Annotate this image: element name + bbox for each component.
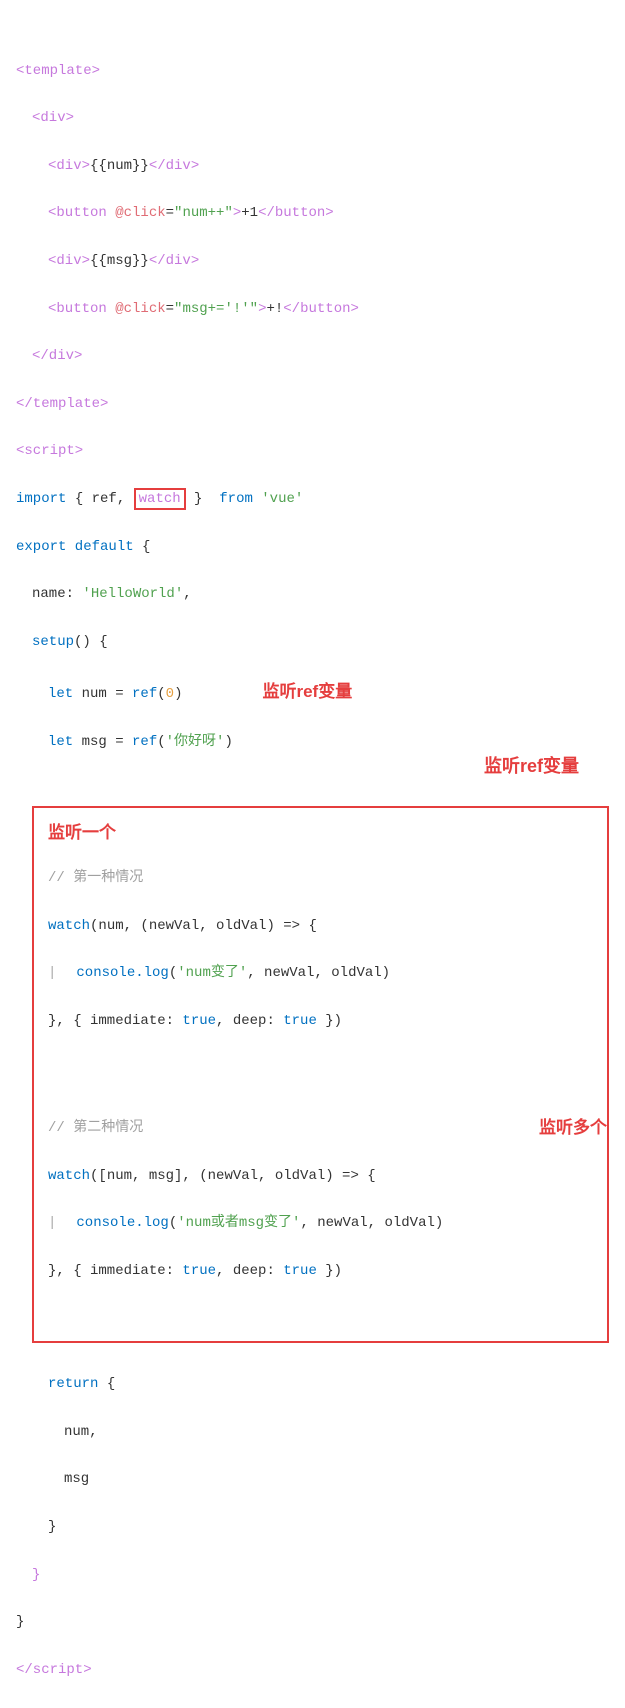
line-14: let num = ref(0)监听ref变量	[16, 678, 609, 707]
line-close-setup: }	[16, 1564, 609, 1588]
watch-one-block: // 第一种情况 watch(num, (newVal, oldVal) => …	[48, 843, 593, 1081]
line-13: setup() {	[16, 631, 609, 655]
watch-one-label: 监听一个	[48, 823, 116, 842]
code-block: <template> <div> <div>{{num}}</div> <but…	[16, 12, 609, 802]
watch-multi-block: // 第二种情况 watch([num, msg], (newVal, oldV…	[48, 1093, 593, 1331]
watch-examples-box: 监听一个 // 第一种情况 watch(num, (newVal, oldVal…	[32, 806, 609, 1343]
line-4: <button @click="num++">+1</button>	[16, 202, 609, 226]
watch-highlight: watch	[134, 488, 186, 510]
line-6: <button @click="msg+='!'">+!</button>	[16, 298, 609, 322]
line-num: num,	[16, 1421, 609, 1445]
line-close-export: }	[16, 1611, 609, 1635]
line-msg: msg	[16, 1468, 609, 1492]
line-close-return: }	[16, 1516, 609, 1540]
line-8: </template>	[16, 393, 609, 417]
line-7: </div>	[16, 345, 609, 369]
line-11: export default {	[16, 536, 609, 560]
code-container: <template> <div> <div>{{num}}</div> <but…	[0, 0, 625, 1708]
line-return: return {	[16, 1373, 609, 1397]
line-2: <div>	[16, 107, 609, 131]
line-script-close: </script>	[16, 1659, 609, 1683]
watch-ref-annotation: 监听ref变量	[262, 682, 352, 701]
line-12: name: 'HelloWorld',	[16, 583, 609, 607]
line-10: import { ref, watch } from 'vue'	[16, 488, 609, 512]
line-5: <div>{{msg}}</div>	[16, 250, 609, 274]
line-1: <template>	[16, 60, 609, 84]
line-9: <script>	[16, 440, 609, 464]
line-15: let msg = ref('你好呀')	[16, 731, 609, 755]
watch-ref-label: 监听ref变量	[484, 752, 579, 778]
line-3: <div>{{num}}</div>	[16, 155, 609, 179]
watch-multi-label: 监听多个	[539, 1113, 607, 1138]
code-block-bottom: return { num, msg } } } </script>	[16, 1349, 609, 1708]
